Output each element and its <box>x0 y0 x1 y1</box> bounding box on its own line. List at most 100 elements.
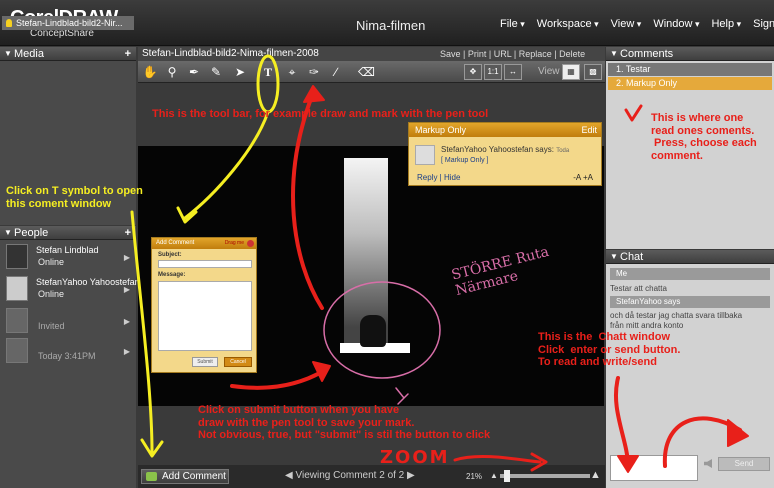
hide-link[interactable]: Hide <box>444 173 460 182</box>
comment-item-selected[interactable]: 2. Markup Only <box>608 77 772 90</box>
view-label: View <box>538 66 560 77</box>
eyedropper-tool-icon[interactable]: ✒ <box>186 64 202 80</box>
person-item[interactable]: Invited ▶ <box>4 308 134 334</box>
next-comment-icon[interactable]: ▶ <box>407 470 415 481</box>
avatar <box>6 244 28 269</box>
chat-input[interactable] <box>610 455 698 481</box>
prev-comment-icon[interactable]: ◀ <box>285 470 293 481</box>
person-name: Stefan Lindblad <box>36 245 99 255</box>
chevron-right-icon[interactable]: ▶ <box>124 253 130 262</box>
fit-width-icon[interactable]: ↔ <box>504 64 522 80</box>
person-item[interactable]: Today 3:41PM ▶ <box>4 338 134 364</box>
collapse-arrow-icon[interactable]: ▼ <box>4 226 12 240</box>
send-button[interactable]: Send <box>718 457 770 471</box>
fit-screen-icon[interactable]: ✥ <box>464 64 482 80</box>
crop-tool-icon[interactable]: ⌖ <box>284 64 300 80</box>
pencil-tool-icon[interactable]: ✎ <box>208 64 224 80</box>
chat-sender-other: StefanYahoo says <box>610 296 770 308</box>
comment-item[interactable]: 1. Testar <box>608 63 772 76</box>
media-panel-header[interactable]: ▼ Media + <box>0 47 136 61</box>
markup-type: [ Markup Only ] <box>441 157 489 164</box>
zoom-in-icon[interactable]: ▲ <box>590 469 601 481</box>
subject-input[interactable] <box>158 260 252 268</box>
menu-window[interactable]: Window <box>653 18 699 30</box>
person-status: Online <box>38 257 65 267</box>
person-item[interactable]: StefanYahoo Yahoostefan Online ▶ <box>4 276 140 302</box>
pen-tool-icon[interactable]: ✑ <box>306 64 322 80</box>
person-item[interactable]: Stefan Lindblad Online ▶ <box>4 244 134 270</box>
avatar <box>6 308 28 333</box>
menu-view[interactable]: View <box>611 18 642 30</box>
collapse-arrow-icon[interactable]: ▼ <box>610 250 618 264</box>
person-status: Today 3:41PM <box>38 351 96 361</box>
collapse-arrow-icon[interactable]: ▼ <box>4 47 12 61</box>
font-size-control[interactable]: -A +A <box>573 173 593 182</box>
annotation-toolbar-note: This is the tool bar, for example draw a… <box>152 108 489 120</box>
delete-link[interactable]: Delete <box>559 49 585 59</box>
text-tool-icon[interactable]: T <box>260 64 276 80</box>
chat-message: Testar att chatta <box>610 284 667 293</box>
viewer-actions: Save | Print | URL | Replace | Delete <box>440 49 586 59</box>
people-panel-title: People <box>14 227 49 239</box>
message-input[interactable] <box>158 281 252 351</box>
image-figure <box>360 315 386 347</box>
view-grid-icon[interactable]: ▩ <box>584 64 602 80</box>
menu-file[interactable]: File <box>500 18 525 30</box>
drag-handle[interactable]: Drag me <box>225 238 244 249</box>
add-media-icon[interactable]: + <box>125 47 131 61</box>
zoom-slider[interactable] <box>500 474 590 478</box>
annotation-zoom-note: ZOOM <box>380 447 450 468</box>
media-item-label: Stefan-Lindblad-bild2-Nir... <box>16 18 123 28</box>
top-menu: File Workspace View Window Help Sign Out <box>500 18 774 30</box>
markup-author: StefanYahoo Yahoostefan says: Toda <box>441 145 569 154</box>
eraser-tool-icon[interactable]: ⌫ <box>358 64 375 80</box>
chat-panel: ▼ Chat Me Testar att chatta StefanYahoo … <box>606 250 774 488</box>
people-panel-header[interactable]: ▼ People + <box>0 226 136 240</box>
tool-bar: ✋ ⚲ ✒ ✎ ➤ T ⌖ ✑ ∕ ⌫ ✥ 1:1 ↔ View ▦ ▩ <box>138 61 605 83</box>
comment-icon <box>146 472 157 481</box>
line-tool-icon[interactable]: ∕ <box>328 64 344 80</box>
zoom-percent: 21% <box>466 472 483 481</box>
print-link[interactable]: Print <box>468 49 487 59</box>
chevron-right-icon[interactable]: ▶ <box>124 317 130 326</box>
hand-tool-icon[interactable]: ✋ <box>142 64 158 80</box>
add-comment-label: Add Comment <box>162 471 226 482</box>
annotation-submit-note: Click on submit button when you have dra… <box>198 404 491 442</box>
replace-link[interactable]: Replace <box>519 49 552 59</box>
zoom-tool-icon[interactable]: ⚲ <box>164 64 180 80</box>
viewing-label: Viewing Comment 2 of 2 <box>295 470 405 481</box>
pointer-tool-icon[interactable]: ➤ <box>232 64 248 80</box>
markup-edit-link[interactable]: Edit <box>581 123 597 137</box>
avatar <box>415 145 435 165</box>
sign-out-link[interactable]: Sign Out <box>753 18 774 30</box>
zoom-out-icon[interactable]: ▲ <box>490 471 498 480</box>
save-link[interactable]: Save <box>440 49 461 59</box>
chat-message: och då testar jag chatta svara tillbaka <box>610 311 743 320</box>
subject-label: Subject: <box>158 252 182 258</box>
actual-size-button[interactable]: 1:1 <box>484 64 502 80</box>
close-icon[interactable] <box>247 240 254 247</box>
chevron-right-icon[interactable]: ▶ <box>124 285 130 294</box>
cancel-button[interactable]: Cancel <box>224 357 252 367</box>
submit-button[interactable]: Submit <box>192 357 218 367</box>
annotation-chat-note: This is the Chatt window Click enter or … <box>538 331 681 369</box>
viewer-title: Stefan-Lindblad-bild2-Nima-filmen-2008 <box>142 48 319 59</box>
media-item[interactable]: Stefan-Lindblad-bild2-Nir... <box>2 16 134 30</box>
collapse-arrow-icon[interactable]: ▼ <box>610 47 618 61</box>
markup-popup: Markup Only Edit StefanYahoo Yahoostefan… <box>408 122 602 186</box>
add-comment-button[interactable]: Add Comment <box>141 469 229 484</box>
chevron-right-icon[interactable]: ▶ <box>124 347 130 356</box>
url-link[interactable]: URL <box>494 49 512 59</box>
markup-author-name: StefanYahoo Yahoostefan says: <box>441 145 554 154</box>
zoom-slider-handle[interactable] <box>504 470 510 482</box>
add-person-icon[interactable]: + <box>125 226 131 240</box>
menu-workspace[interactable]: Workspace <box>537 18 599 30</box>
chat-panel-header[interactable]: ▼ Chat <box>606 250 774 264</box>
comments-panel-header[interactable]: ▼ Comments <box>606 47 774 61</box>
media-panel-title: Media <box>14 48 44 60</box>
markup-author-date: Toda <box>556 148 570 154</box>
menu-help[interactable]: Help <box>711 18 741 30</box>
person-status: Invited <box>38 321 65 331</box>
reply-link[interactable]: Reply <box>417 173 437 182</box>
view-layout-icon[interactable]: ▦ <box>562 64 580 80</box>
